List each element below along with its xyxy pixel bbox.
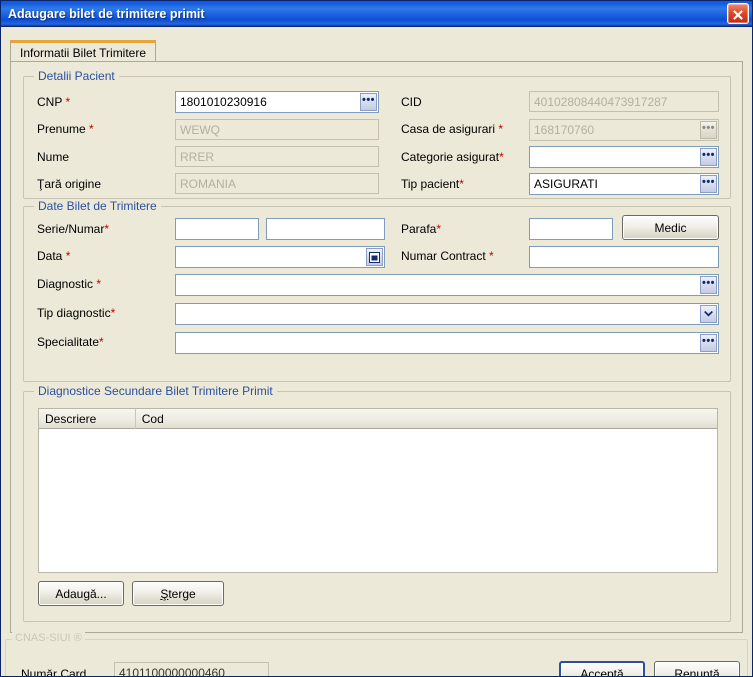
diagnostic-input[interactable]: ••• <box>175 274 719 296</box>
cnp-lookup-button[interactable]: ••• <box>360 93 377 111</box>
label-serie-numar: Serie/Numar* <box>37 222 110 236</box>
sterge-button[interactable]: Şterge <box>132 581 224 606</box>
tip-pacient-lookup-button[interactable]: ••• <box>700 175 717 193</box>
diagnostic-lookup-button[interactable]: ••• <box>700 276 717 294</box>
grid-header-row: Descriere Cod <box>39 408 717 429</box>
group-date-bilet-trimitere: Date Bilet de Trimitere Serie/Numar* Dat… <box>23 199 731 382</box>
label-diagnostic: Diagnostic * <box>37 277 102 291</box>
adauga-button[interactable]: Adaugă... <box>38 581 124 606</box>
numar-contract-input[interactable] <box>529 246 719 268</box>
medic-button[interactable]: Medic <box>622 215 719 240</box>
chevron-down-icon[interactable] <box>700 305 717 323</box>
grid-column-cod[interactable]: Cod <box>136 409 717 429</box>
specialitate-input[interactable]: ••• <box>175 332 719 354</box>
numar-card-input: 4101100000000460 <box>114 662 269 676</box>
window-title: Adaugare bilet de trimitere primit <box>8 6 205 21</box>
tip-diagnostic-select[interactable] <box>175 303 719 325</box>
diagnostice-grid[interactable]: Descriere Cod <box>38 408 718 573</box>
brand-label: CNAS-SIUI ® <box>12 632 85 644</box>
tab-label: Informatii Bilet Trimitere <box>20 45 147 60</box>
renunta-button[interactable]: Renunţă <box>654 661 740 676</box>
label-numar-card: Număr Card <box>21 667 87 677</box>
grid-column-descriere[interactable]: Descriere <box>39 408 136 429</box>
label-prenume: Prenume * <box>37 122 94 136</box>
label-specialitate: Specialitate* <box>37 335 104 349</box>
close-icon[interactable] <box>727 3 749 24</box>
cid-input: 40102808440473917287 <box>529 91 719 112</box>
numar-input[interactable] <box>266 218 385 240</box>
group-diagnostice-secundare: Diagnostice Secundare Bilet Trimitere Pr… <box>23 384 731 622</box>
group-detalii-pacient-legend: Detalii Pacient <box>34 69 119 83</box>
parafa-input[interactable] <box>529 218 613 240</box>
dialog-body: Informatii Bilet Trimitere Detalii Pacie… <box>1 27 752 676</box>
title-bar: Adaugare bilet de trimitere primit <box>1 1 752 27</box>
group-detalii-pacient: Detalii Pacient CNP * Prenume * Nume Ţar… <box>23 69 731 199</box>
label-data: Data * <box>37 249 71 263</box>
label-tara-origine: Ţară origine <box>37 177 102 191</box>
cnp-input[interactable]: 1801010230916 ••• <box>175 91 379 113</box>
data-input[interactable] <box>175 246 385 268</box>
label-tip-pacient: Tip pacient* <box>401 177 464 191</box>
footer-panel: CNAS-SIUI ® Număr Card 4101100000000460 … <box>5 632 748 677</box>
categorie-asigurat-input[interactable]: ••• <box>529 146 719 168</box>
tara-origine-input[interactable]: ROMANIA <box>175 173 379 194</box>
accepta-button[interactable]: Acceptă <box>559 661 645 676</box>
dialog-window: Adaugare bilet de trimitere primit Infor… <box>0 0 753 677</box>
serie-input[interactable] <box>175 218 259 240</box>
tip-pacient-input[interactable]: ASIGURATI ••• <box>529 173 719 195</box>
tab-informatii-bilet-trimitere[interactable]: Informatii Bilet Trimitere <box>10 40 157 62</box>
label-casa-de-asigurari: Casa de asigurari * <box>401 122 504 136</box>
label-numar-contract: Numar Contract * <box>401 249 494 263</box>
label-categorie-asigurat: Categorie asigurat* <box>401 150 504 164</box>
nume-input[interactable]: RRER <box>175 146 379 167</box>
label-parafa: Parafa* <box>401 222 442 236</box>
label-nume: Nume <box>37 150 70 164</box>
tab-strip: Informatii Bilet Trimitere <box>10 40 743 62</box>
label-cid: CID <box>401 95 422 109</box>
specialitate-lookup-button[interactable]: ••• <box>700 334 717 352</box>
group-diagnostice-secundare-legend: Diagnostice Secundare Bilet Trimitere Pr… <box>34 384 277 398</box>
prenume-input[interactable]: WEWQ <box>175 119 379 140</box>
casa-de-asigurari-input[interactable]: 168170760 ••• <box>529 119 719 141</box>
grid-body[interactable] <box>39 429 717 572</box>
label-cnp: CNP * <box>37 95 71 109</box>
calendar-icon[interactable] <box>366 248 383 266</box>
categorie-asigurat-lookup-button[interactable]: ••• <box>700 148 717 166</box>
label-tip-diagnostic: Tip diagnostic* <box>37 306 116 320</box>
tab-panel: Detalii Pacient CNP * Prenume * Nume Ţar… <box>10 61 743 633</box>
group-date-bilet-legend: Date Bilet de Trimitere <box>34 199 161 213</box>
casa-de-asigurari-lookup-button[interactable]: ••• <box>700 121 717 139</box>
